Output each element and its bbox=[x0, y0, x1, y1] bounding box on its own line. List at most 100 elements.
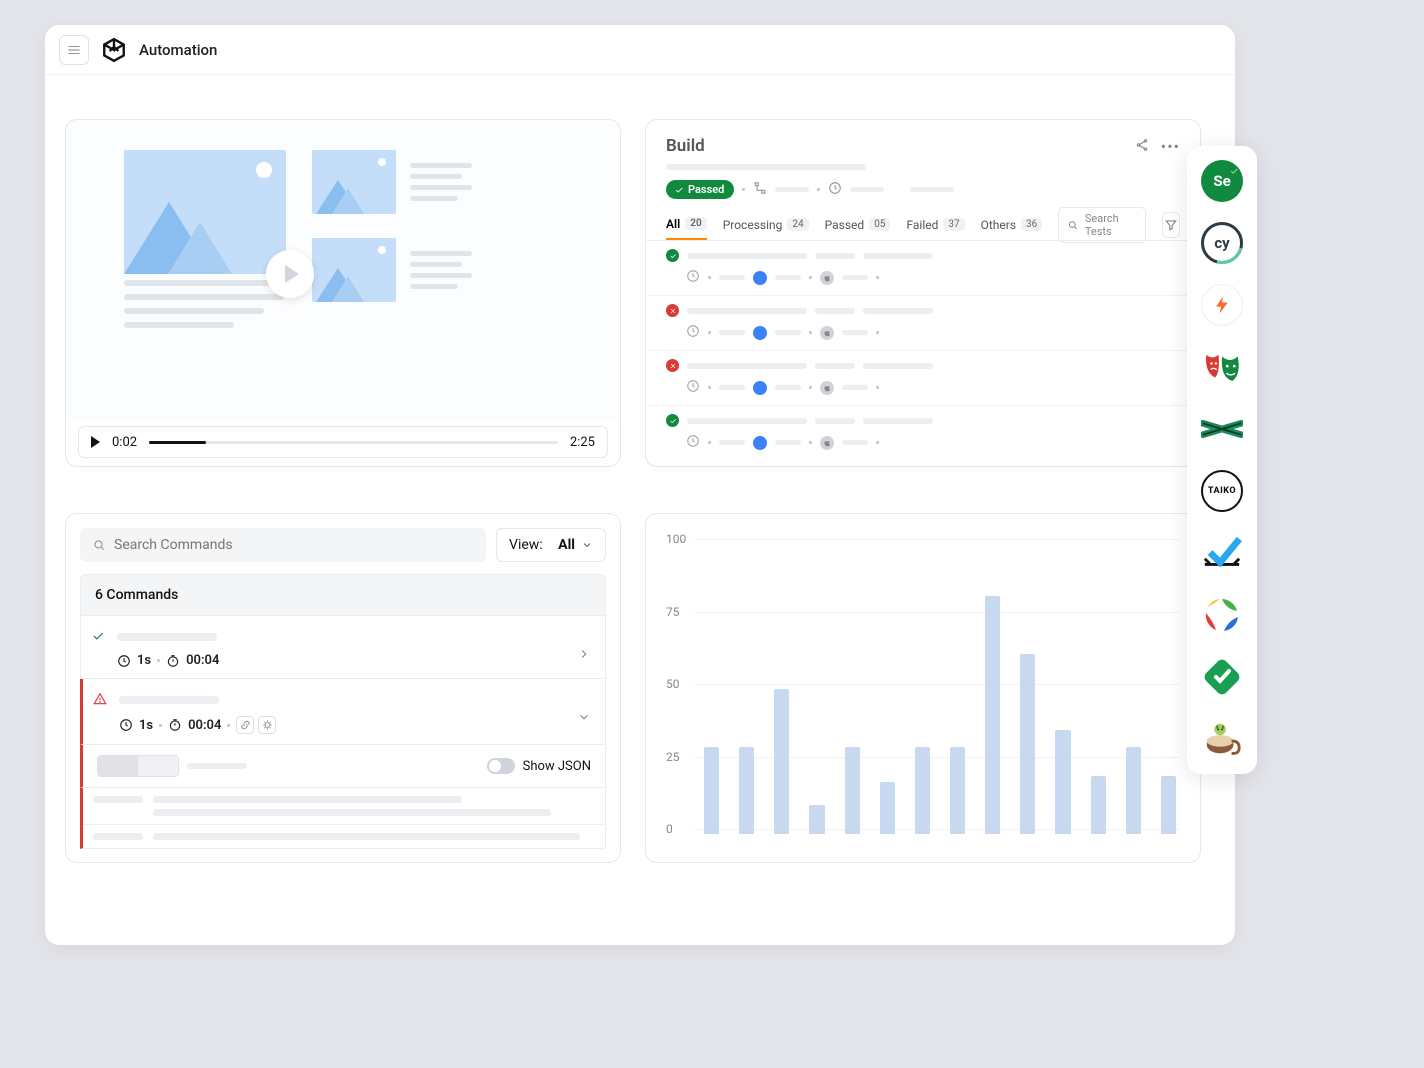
page-title: Automation bbox=[139, 41, 217, 59]
app-window: Automation bbox=[45, 25, 1235, 945]
search-commands-input[interactable]: Search Commands bbox=[80, 528, 486, 562]
test-row[interactable] bbox=[646, 351, 1200, 406]
build-panel: Build ••• Passed bbox=[645, 119, 1201, 467]
clock-icon bbox=[686, 268, 700, 287]
tool-katalon[interactable] bbox=[1201, 656, 1243, 698]
tab-others[interactable]: Others36 bbox=[981, 209, 1043, 240]
test-row[interactable] bbox=[646, 241, 1200, 296]
share-icon[interactable] bbox=[1135, 137, 1149, 156]
tool-palette: Se cy TAIKO bbox=[1187, 146, 1257, 774]
chart-bar bbox=[880, 782, 895, 834]
tool-selenium[interactable]: Se bbox=[1201, 160, 1243, 202]
logo-icon bbox=[101, 37, 127, 63]
commands-count: 6 Commands bbox=[80, 574, 606, 616]
tool-xframework[interactable] bbox=[1201, 408, 1243, 450]
chart-panel: 0 25 50 75 100 bbox=[645, 513, 1201, 863]
build-tabs: All20 Processing24 Passed05 Failed37 Oth… bbox=[646, 209, 1200, 241]
tool-lightning[interactable] bbox=[1201, 284, 1243, 326]
command-row[interactable]: 1s 00:04 bbox=[80, 616, 606, 679]
filter-button[interactable] bbox=[1162, 212, 1180, 238]
chart-bar bbox=[739, 747, 754, 834]
error-icon bbox=[666, 359, 679, 372]
chart-bar bbox=[1020, 654, 1035, 834]
apple-icon bbox=[820, 381, 834, 395]
y-tick-label: 25 bbox=[666, 750, 680, 764]
tab-failed[interactable]: Failed37 bbox=[906, 209, 964, 240]
y-tick-label: 0 bbox=[666, 822, 673, 836]
top-bar: Automation bbox=[45, 25, 1235, 75]
browser-icon bbox=[753, 326, 767, 340]
clock-icon bbox=[686, 433, 700, 452]
link-icon[interactable] bbox=[236, 716, 254, 734]
chevron-right-icon bbox=[577, 646, 591, 665]
test-list bbox=[646, 241, 1200, 453]
apple-icon bbox=[820, 271, 834, 285]
chart-bar bbox=[950, 747, 965, 834]
chart-bar bbox=[985, 596, 1000, 834]
video-current-time: 0:02 bbox=[112, 435, 137, 450]
command-detail-table bbox=[80, 788, 606, 849]
chart-bar bbox=[845, 747, 860, 834]
image-placeholder bbox=[312, 238, 396, 302]
browser-icon bbox=[753, 381, 767, 395]
tool-appium[interactable] bbox=[1201, 594, 1243, 636]
tool-checkmark[interactable] bbox=[1201, 532, 1243, 574]
show-json-toggle[interactable] bbox=[487, 758, 515, 774]
chart-bar bbox=[809, 805, 824, 834]
tool-cypress[interactable]: cy bbox=[1201, 222, 1243, 264]
video-preview-panel: 0:02 2:25 bbox=[65, 119, 621, 467]
check-icon bbox=[666, 414, 679, 427]
command-detail-header: Show JSON bbox=[80, 745, 606, 788]
search-tests-input[interactable]: Search Tests bbox=[1058, 207, 1146, 243]
test-row[interactable] bbox=[646, 406, 1200, 453]
y-tick-label: 50 bbox=[666, 677, 680, 691]
apple-icon bbox=[820, 326, 834, 340]
browser-icon bbox=[753, 436, 767, 450]
tool-espresso[interactable] bbox=[1201, 718, 1243, 760]
test-row[interactable] bbox=[646, 296, 1200, 351]
video-controls: 0:02 2:25 bbox=[78, 426, 608, 458]
tool-taiko[interactable]: TAIKO bbox=[1201, 470, 1243, 512]
warning-icon bbox=[93, 691, 107, 710]
clock-icon bbox=[686, 323, 700, 342]
video-seek-bar[interactable] bbox=[149, 441, 558, 444]
chart-bar bbox=[1091, 776, 1106, 834]
clock-icon bbox=[828, 181, 842, 198]
image-placeholder bbox=[124, 150, 286, 274]
apple-icon bbox=[820, 436, 834, 450]
error-icon bbox=[666, 304, 679, 317]
chart-bar bbox=[915, 747, 930, 834]
build-title: Build bbox=[666, 136, 705, 156]
more-icon[interactable]: ••• bbox=[1161, 137, 1180, 156]
chart-bar bbox=[1126, 747, 1141, 834]
show-json-label: Show JSON bbox=[523, 759, 591, 774]
chart-bars bbox=[704, 544, 1176, 834]
y-tick-label: 75 bbox=[666, 605, 680, 619]
menu-button[interactable] bbox=[59, 35, 89, 65]
check-icon bbox=[91, 628, 105, 647]
browser-icon bbox=[753, 271, 767, 285]
tab-all[interactable]: All20 bbox=[666, 209, 707, 240]
tool-playwright[interactable] bbox=[1201, 346, 1243, 388]
play-button[interactable] bbox=[266, 250, 314, 298]
commands-panel: Search Commands View: All 6 Commands 1s … bbox=[65, 513, 621, 863]
check-icon bbox=[666, 249, 679, 262]
clock-icon bbox=[686, 378, 700, 397]
hierarchy-icon bbox=[753, 181, 767, 198]
image-placeholder bbox=[312, 150, 396, 214]
status-badge: Passed bbox=[666, 180, 734, 199]
detail-tabs[interactable] bbox=[97, 755, 179, 777]
chart-bar bbox=[774, 689, 789, 834]
chart-bar bbox=[1055, 730, 1070, 834]
chart-bar bbox=[1161, 776, 1176, 834]
tab-processing[interactable]: Processing24 bbox=[723, 209, 809, 240]
video-total-time: 2:25 bbox=[570, 435, 595, 450]
tab-passed[interactable]: Passed05 bbox=[825, 209, 891, 240]
chevron-down-icon bbox=[577, 709, 591, 728]
y-tick-label: 100 bbox=[666, 532, 686, 546]
chart-bar bbox=[704, 747, 719, 834]
view-selector[interactable]: View: All bbox=[496, 528, 606, 562]
command-row[interactable]: 1s 00:04 bbox=[80, 679, 606, 745]
bug-icon[interactable] bbox=[258, 716, 276, 734]
play-icon[interactable] bbox=[91, 436, 100, 448]
